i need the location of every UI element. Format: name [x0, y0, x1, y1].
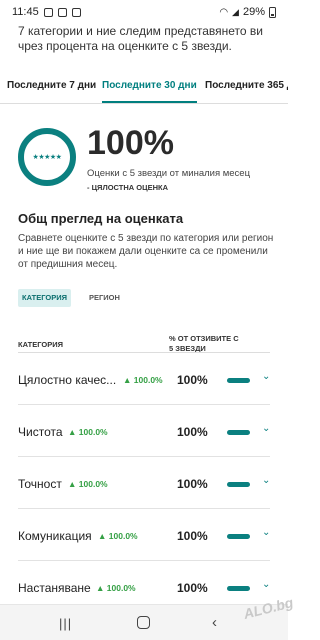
signal-icon: ◢: [232, 6, 239, 17]
row-category-name: Цялостно качес...: [18, 373, 117, 387]
wifi-icon: ◠: [219, 6, 229, 18]
five-stars-icon: ★★★★★: [32, 154, 62, 161]
row-category-name: Чистота: [18, 425, 63, 439]
overview-description: Сравнете оценките с 5 звезди по категори…: [18, 233, 274, 270]
status-time: 11:45: [12, 6, 39, 18]
table-row[interactable]: Чистота ▲ 100.0% 100% ⌄: [18, 405, 270, 457]
period-tabs: Последните 7 дни Последните 30 дни После…: [0, 72, 288, 104]
filter-region-button[interactable]: РЕГИОН: [89, 289, 120, 307]
tab-last-365-days[interactable]: Последните 365 дни: [205, 72, 288, 103]
filter-category-button[interactable]: КАТЕГОРИЯ: [18, 289, 71, 307]
home-button[interactable]: [137, 616, 150, 629]
row-value: 100%: [177, 425, 208, 439]
row-progress-bar: [227, 482, 250, 487]
overall-description: Оценки с 5 звезди от миналия месец: [87, 168, 251, 179]
row-value: 100%: [177, 581, 208, 595]
row-value: 100%: [177, 477, 208, 491]
recent-apps-button[interactable]: |||: [59, 616, 72, 631]
row-trend: ▲ 100.0%: [123, 375, 163, 385]
chevron-down-icon[interactable]: ⌄: [262, 423, 270, 434]
notification-icon: [43, 7, 53, 17]
chevron-down-icon[interactable]: ⌄: [262, 527, 270, 538]
row-category-name: Точност: [18, 477, 62, 491]
tab-last-30-days[interactable]: Последните 30 дни: [102, 72, 197, 103]
row-progress-bar: [227, 430, 250, 435]
back-button[interactable]: ‹: [212, 614, 217, 631]
battery-percent: 29%: [242, 6, 265, 18]
table-row[interactable]: Точност ▲ 100.0% 100% ⌄: [18, 457, 270, 509]
row-value: 100%: [177, 373, 208, 387]
row-category-name: Настаняване: [18, 581, 91, 595]
intro-text: 7 категории и ние следим представянето в…: [18, 24, 263, 53]
chevron-down-icon[interactable]: ⌄: [262, 475, 270, 486]
chevron-down-icon[interactable]: ⌄: [262, 371, 270, 382]
row-progress-bar: [227, 378, 250, 383]
rating-ring: ★★★★★: [18, 128, 76, 186]
row-progress-bar: [227, 586, 250, 591]
row-value: 100%: [177, 529, 208, 543]
row-category-name: Комуникация: [18, 529, 92, 543]
row-trend: ▲ 100.0%: [68, 427, 108, 437]
overall-subtitle: - ЦЯЛОСТНА ОЦЕНКА: [87, 183, 168, 192]
row-trend: ▲ 100.0%: [68, 479, 108, 489]
status-bar: 11:45 ◠ ◢ 29%: [0, 0, 288, 24]
notification-icon-3: [71, 7, 81, 17]
table-row[interactable]: Комуникация ▲ 100.0% 100% ⌄: [18, 509, 270, 561]
row-trend: ▲ 100.0%: [98, 531, 138, 541]
notification-icon-2: [57, 7, 67, 17]
battery-icon: [269, 6, 276, 18]
overall-percent: 100%: [87, 124, 174, 162]
column-header-category: КАТЕГОРИЯ: [18, 340, 63, 349]
table-row[interactable]: Цялостно качес... ▲ 100.0% 100% ⌄: [18, 353, 270, 405]
row-trend: ▲ 100.0%: [96, 583, 136, 593]
column-header-percent: % ОТ ОТЗИВИТЕ С 5 ЗВЕЗДИ: [169, 334, 239, 353]
chevron-down-icon[interactable]: ⌄: [262, 579, 270, 590]
tab-last-7-days[interactable]: Последните 7 дни: [7, 72, 96, 103]
overview-title: Общ преглед на оценката: [18, 211, 184, 226]
row-progress-bar: [227, 534, 250, 539]
